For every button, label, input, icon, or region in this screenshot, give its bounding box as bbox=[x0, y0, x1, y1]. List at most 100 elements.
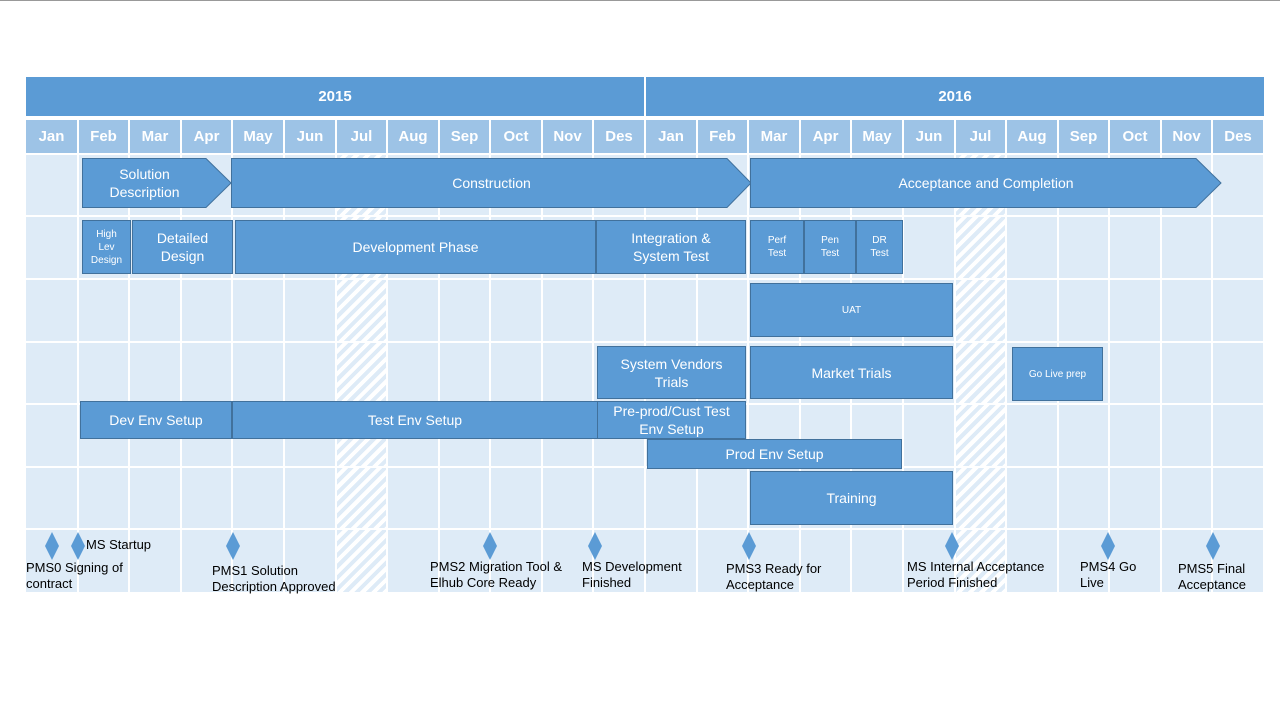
task-system-vendors-trials: System Vendors Trials bbox=[597, 346, 746, 399]
grid-cell bbox=[698, 280, 747, 341]
grid-cell bbox=[1059, 405, 1108, 466]
task-dr-test: DR Test bbox=[856, 220, 903, 274]
month-header: Jan bbox=[646, 120, 696, 153]
month-header: Apr bbox=[801, 120, 850, 153]
grid-cell bbox=[440, 343, 489, 403]
year-header: 2015 bbox=[26, 77, 644, 116]
grid-cell bbox=[26, 155, 77, 215]
task-training: Training bbox=[750, 471, 953, 525]
grid-cell bbox=[491, 468, 541, 528]
grid-cell bbox=[1110, 405, 1160, 466]
month-header: Jul bbox=[956, 120, 1005, 153]
grid-cell bbox=[285, 280, 335, 341]
milestone-diamond-icon bbox=[588, 532, 602, 560]
milestone-label: PMS3 Ready for Acceptance bbox=[726, 561, 822, 592]
milestone-diamond-icon bbox=[1101, 532, 1115, 560]
month-header: Oct bbox=[1110, 120, 1160, 153]
month-header: Mar bbox=[130, 120, 180, 153]
grid-cell bbox=[1213, 343, 1263, 403]
grid-cell bbox=[1059, 217, 1108, 278]
month-header: May bbox=[233, 120, 283, 153]
grid-cell bbox=[594, 468, 644, 528]
milestone-diamond-icon bbox=[742, 532, 756, 560]
grid-cell bbox=[1162, 280, 1211, 341]
grid-cell bbox=[26, 217, 77, 278]
grid-cell bbox=[1162, 217, 1211, 278]
milestone-diamond-icon bbox=[1206, 532, 1220, 560]
milestone-diamond-icon bbox=[71, 532, 85, 560]
grid-cell bbox=[233, 280, 283, 341]
grid-cell bbox=[1110, 280, 1160, 341]
grid-cell bbox=[388, 468, 438, 528]
month-header: Aug bbox=[1007, 120, 1057, 153]
task-development: Development Phase bbox=[235, 220, 596, 274]
grid-cell bbox=[79, 343, 128, 403]
task-high-lev-design: High Lev Design bbox=[82, 220, 131, 274]
grid-cell bbox=[852, 530, 902, 592]
grid-cell bbox=[388, 280, 438, 341]
phase-acceptance: Acceptance and Completion bbox=[750, 158, 1222, 208]
task-integration: Integration & System Test bbox=[596, 220, 746, 274]
grid-cell bbox=[182, 468, 231, 528]
grid-cell bbox=[440, 280, 489, 341]
grid-cell bbox=[1007, 217, 1057, 278]
grid-cell bbox=[130, 280, 180, 341]
milestone-label: PMS5 Final Acceptance bbox=[1178, 561, 1246, 592]
top-border bbox=[0, 0, 1280, 1]
month-header: Sep bbox=[1059, 120, 1108, 153]
month-header: Feb bbox=[698, 120, 747, 153]
grid-cell bbox=[956, 280, 1005, 341]
month-header: Nov bbox=[543, 120, 592, 153]
grid-cell bbox=[182, 280, 231, 341]
task-detailed-design: Detailed Design bbox=[132, 220, 233, 274]
grid-cell bbox=[1110, 468, 1160, 528]
milestone-label: MS Development Finished bbox=[582, 559, 682, 590]
month-header: Feb bbox=[79, 120, 128, 153]
grid-cell bbox=[130, 343, 180, 403]
task-perf-test: Perf Test bbox=[750, 220, 804, 274]
grid-cell bbox=[440, 468, 489, 528]
grid-cell bbox=[1213, 405, 1263, 466]
grid-cell bbox=[904, 217, 954, 278]
grid-cell bbox=[646, 280, 696, 341]
grid-cell bbox=[1007, 405, 1057, 466]
grid-cell bbox=[956, 468, 1005, 528]
grid-cell bbox=[337, 343, 386, 403]
grid-cell bbox=[491, 280, 541, 341]
month-header: May bbox=[852, 120, 902, 153]
grid-cell bbox=[1059, 280, 1108, 341]
grid-cell bbox=[285, 468, 335, 528]
month-header: Des bbox=[594, 120, 644, 153]
task-go-live-prep: Go Live prep bbox=[1012, 347, 1103, 401]
milestone-label: PMS0 Signing of contract bbox=[26, 560, 123, 591]
grid-cell bbox=[26, 405, 77, 466]
grid-cell bbox=[1213, 280, 1263, 341]
grid-cell bbox=[543, 468, 592, 528]
grid-cell bbox=[1059, 468, 1108, 528]
month-header: Apr bbox=[182, 120, 231, 153]
task-test-env-setup: Test Env Setup bbox=[232, 401, 598, 439]
grid-cell bbox=[543, 343, 592, 403]
task-preprod-env-setup: Pre-prod/Cust Test Env Setup bbox=[597, 401, 746, 439]
task-uat: UAT bbox=[750, 283, 953, 337]
month-header: Oct bbox=[491, 120, 541, 153]
grid-cell bbox=[233, 468, 283, 528]
month-header: Des bbox=[1213, 120, 1263, 153]
milestone-label: PMS1 Solution Description Approved bbox=[212, 563, 336, 594]
task-pen-test: Pen Test bbox=[804, 220, 856, 274]
grid-cell bbox=[543, 280, 592, 341]
milestone-label: PMS4 Go Live bbox=[1080, 559, 1137, 590]
grid-cell bbox=[182, 343, 231, 403]
month-header: Nov bbox=[1162, 120, 1211, 153]
grid-cell bbox=[130, 468, 180, 528]
milestone-diamond-icon bbox=[483, 532, 497, 560]
grid-cell bbox=[388, 343, 438, 403]
grid-cell bbox=[337, 468, 386, 528]
task-market-trials: Market Trials bbox=[750, 346, 953, 399]
grid-cell bbox=[26, 280, 77, 341]
milestone-label: MS Startup bbox=[86, 537, 152, 552]
month-header: Jan bbox=[26, 120, 77, 153]
month-header: Jul bbox=[337, 120, 386, 153]
grid-cell bbox=[26, 468, 77, 528]
grid-cell bbox=[1110, 343, 1160, 403]
